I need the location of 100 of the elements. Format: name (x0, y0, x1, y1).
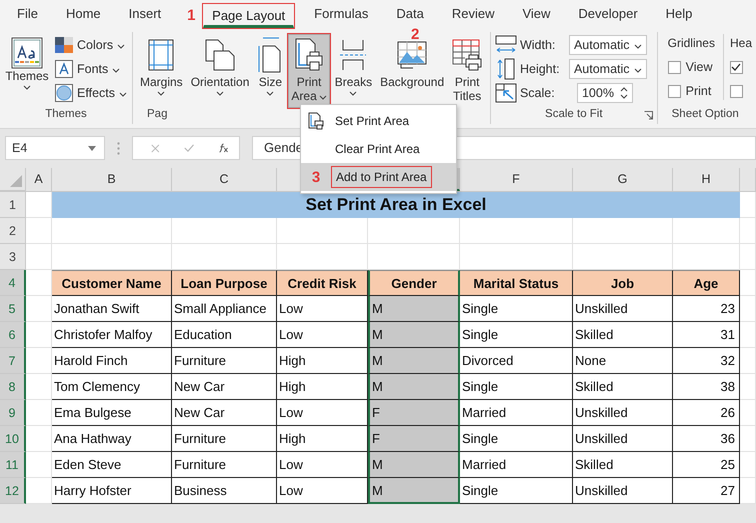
grip-dots-icon (117, 142, 120, 154)
row-header[interactable]: 8 (0, 374, 26, 400)
table-header-cell: Marital Status (460, 270, 573, 296)
menu-item[interactable]: Set Print Area (301, 107, 456, 135)
ribbon-button[interactable]: Print Titles (449, 34, 486, 108)
chevron-down-icon (119, 92, 127, 96)
width-arrows-icon (494, 35, 517, 55)
empty-cell (740, 296, 756, 322)
empty-cell (740, 452, 756, 478)
cancel-icon[interactable] (151, 142, 160, 154)
table-cell: M (368, 296, 460, 322)
table-cell: Harold Finch (52, 348, 172, 374)
column-header[interactable]: A (26, 168, 52, 191)
dropdown-field[interactable]: Automatic (568, 35, 647, 55)
checkbox[interactable] (668, 60, 681, 74)
theme-option-button[interactable]: Colors (54, 36, 128, 54)
menu-tab[interactable]: Developer (569, 0, 647, 28)
menu-tab[interactable]: Help (656, 0, 702, 28)
table-cell: New Car (172, 400, 277, 426)
dropdown-field[interactable]: Automatic (568, 59, 647, 79)
step-number: 3 (312, 168, 320, 186)
ribbon-button[interactable]: Orientation (188, 34, 252, 108)
row-header[interactable]: 10 (0, 426, 26, 452)
column-header[interactable]: B (52, 168, 172, 191)
step-number: 2 (411, 26, 420, 43)
column-header[interactable]: G (573, 168, 673, 191)
row-header[interactable]: 2 (0, 218, 26, 244)
table-cell: 32 (673, 348, 740, 374)
scale-icon (494, 83, 517, 103)
table-cell: Eden Steve (52, 452, 172, 478)
checkbox[interactable] (668, 84, 681, 98)
column-header[interactable]: F (460, 168, 573, 191)
margins-icon (148, 39, 174, 71)
ribbon-button[interactable]: Margins (137, 34, 186, 108)
table-cell: 38 (673, 374, 740, 400)
menu-tab[interactable]: File (8, 0, 47, 28)
checkbox[interactable] (730, 84, 743, 98)
table-header-cell: Gender (368, 270, 460, 296)
table-cell: Tom Clemency (52, 374, 172, 400)
menu-item[interactable]: 3 Add to Print Area (301, 163, 456, 191)
menu-tab[interactable]: Data (387, 0, 433, 28)
background-picture-icon (397, 41, 428, 69)
name-box[interactable]: E4 (5, 136, 105, 160)
table-cell: Married (460, 452, 573, 478)
row-header[interactable]: 9 (0, 400, 26, 426)
menu-tab[interactable]: Formulas (305, 0, 378, 28)
select-all-corner[interactable] (0, 168, 26, 191)
ribbon-button[interactable]: Breaks (332, 34, 376, 108)
table-cell: 26 (673, 400, 740, 426)
row-header[interactable]: 5 (0, 296, 26, 322)
check-icon[interactable] (184, 143, 194, 153)
page-size-icon (258, 37, 282, 73)
theme-option-button[interactable]: Fonts (54, 60, 128, 78)
table-cell: Single (460, 322, 573, 348)
table-cell: M (368, 374, 460, 400)
step-number: 1 (187, 7, 196, 24)
table-cell: 25 (673, 452, 740, 478)
themes-button[interactable]: Themes (4, 34, 50, 108)
checkbox-label: View (686, 60, 712, 74)
field-label: Height: (520, 62, 561, 76)
table-cell: 36 (673, 426, 740, 452)
row-header[interactable]: 11 (0, 452, 26, 478)
column-header[interactable]: C (172, 168, 277, 191)
menu-tab[interactable]: Review (442, 0, 504, 28)
dropdown-arrow-icon (88, 146, 96, 150)
pages-icon (205, 39, 236, 71)
row-header[interactable]: 12 (0, 478, 26, 504)
dialog-launcher-icon[interactable] (644, 111, 653, 120)
checkbox-label: Print (686, 84, 712, 98)
row-header[interactable]: 4 (0, 270, 26, 296)
table-header-cell: Age (673, 270, 740, 296)
table-cell: Unskilled (573, 426, 673, 452)
checkbox[interactable] (730, 60, 743, 74)
ribbon-button[interactable]: Print Area (288, 34, 330, 108)
spinner-arrows-icon (620, 86, 628, 100)
row-header[interactable]: 1 (0, 192, 26, 218)
menu-tab[interactable]: View (513, 0, 560, 28)
ribbon-button[interactable]: Size (254, 34, 286, 108)
table-cell: 23 (673, 296, 740, 322)
group-label: Themes (44, 108, 88, 122)
function-icon[interactable] (218, 142, 229, 154)
menu-tab[interactable]: Insert (120, 0, 170, 28)
column-header[interactable]: H (673, 168, 740, 191)
table-cell: Unskilled (573, 478, 673, 504)
menu-item[interactable]: Clear Print Area (301, 135, 456, 163)
table-cell: Single (460, 296, 573, 322)
row-header[interactable]: 7 (0, 348, 26, 374)
table-header-cell: Credit Risk (277, 270, 368, 296)
row-header[interactable]: 6 (0, 322, 26, 348)
table-cell: Ema Bulgese (52, 400, 172, 426)
group-label: Sheet Option (670, 108, 740, 122)
spinner-field[interactable]: 100% (576, 83, 633, 103)
menu-tab[interactable]: Home (56, 0, 110, 28)
option-heading: Hea (730, 35, 752, 52)
row-header[interactable]: 3 (0, 244, 26, 270)
table-cell: Skilled (573, 452, 673, 478)
color-squares-icon (55, 37, 74, 53)
theme-option-button[interactable]: Effects (54, 84, 128, 102)
empty-cell (740, 218, 756, 244)
table-header-cell: Loan Purpose (172, 270, 277, 296)
